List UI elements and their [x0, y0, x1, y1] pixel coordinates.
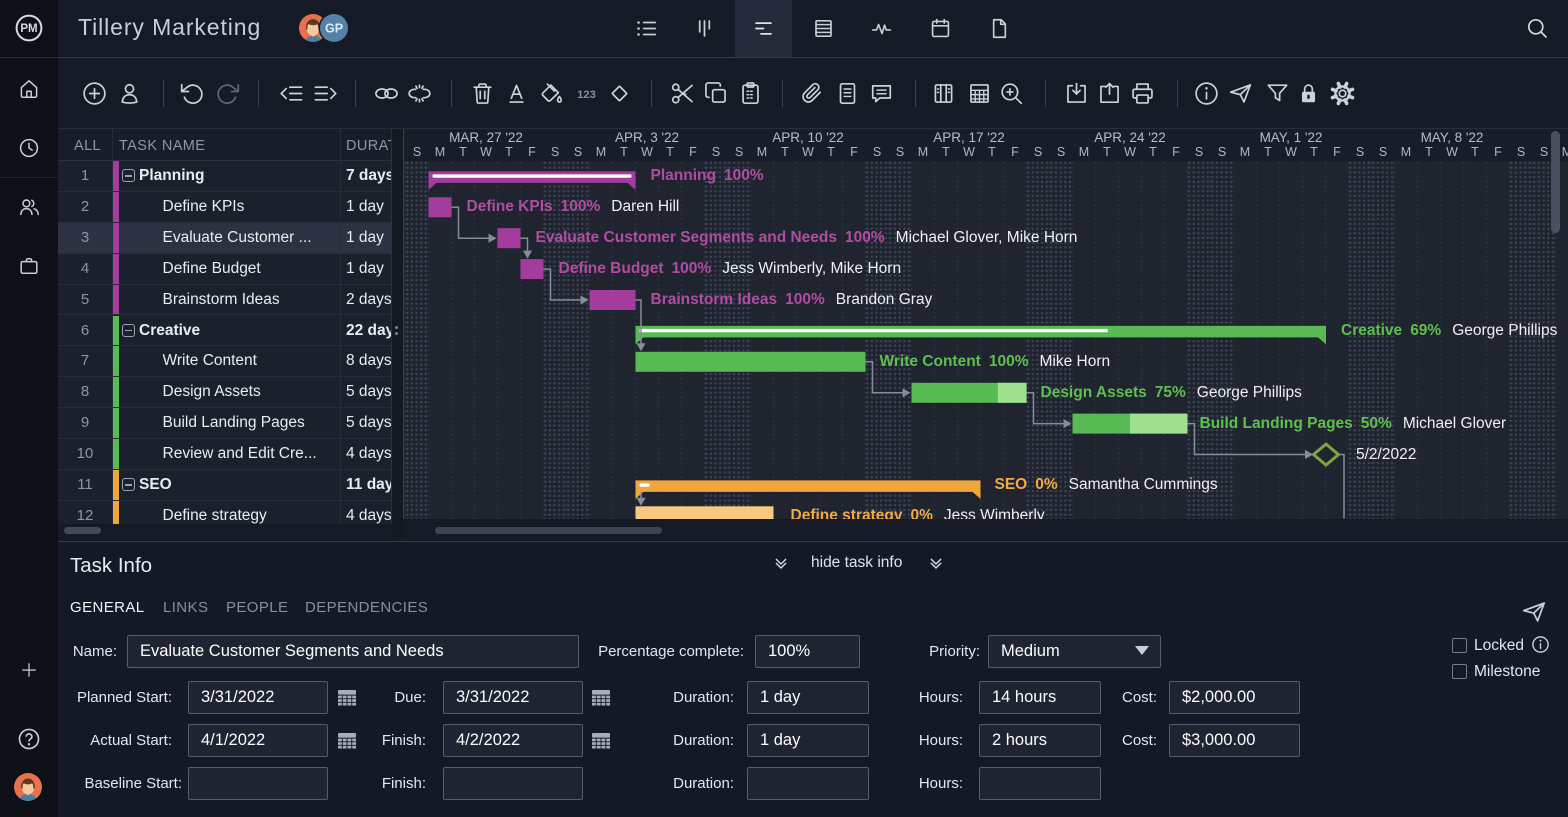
svg-text:123: 123 [577, 88, 596, 100]
svg-text:GP: GP [325, 22, 343, 36]
svg-text:PM: PM [20, 23, 37, 35]
